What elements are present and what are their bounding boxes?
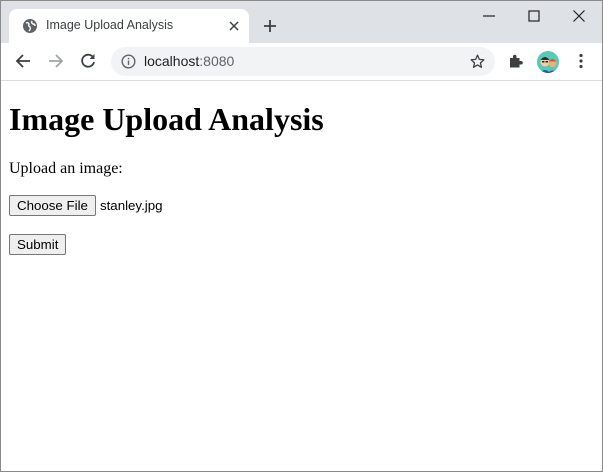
maximize-icon[interactable] (525, 7, 543, 25)
page-content: Image Upload Analysis Upload an image: C… (1, 81, 602, 471)
minimize-icon[interactable] (480, 7, 498, 25)
close-icon[interactable] (570, 7, 588, 25)
arrow-right-icon[interactable] (47, 52, 65, 70)
upload-label: Upload an image: (9, 160, 123, 177)
file-input[interactable]: Choose File stanley.jpg (9, 195, 163, 216)
url-text[interactable]: localhost:8080 (144, 53, 234, 69)
puzzle-icon[interactable] (507, 52, 525, 70)
arrow-left-icon[interactable] (14, 52, 32, 70)
selected-file-name: stanley.jpg (99, 198, 163, 213)
url-host: localhost (144, 53, 200, 69)
plus-icon[interactable] (262, 18, 278, 34)
browser-window: Image Upload Analysis localhost:8080 Ima… (0, 0, 603, 472)
close-icon[interactable] (227, 19, 241, 33)
choose-file-button[interactable]: Choose File (9, 195, 96, 216)
avatar[interactable] (537, 51, 559, 73)
kebab-menu-icon[interactable] (572, 52, 590, 70)
submit-row: Submit (9, 234, 67, 255)
browser-toolbar: localhost:8080 (1, 43, 602, 81)
profile-illustration (540, 57, 557, 73)
globe-icon (23, 19, 37, 33)
tab-active[interactable]: Image Upload Analysis (9, 9, 249, 43)
url-port: :8080 (199, 53, 235, 69)
star-icon[interactable] (469, 53, 486, 70)
info-icon[interactable] (121, 54, 136, 69)
page-title: Image Upload Analysis (9, 101, 324, 137)
address-bar[interactable]: localhost:8080 (111, 47, 495, 76)
reload-icon[interactable] (79, 52, 97, 70)
tab-title: Image Upload Analysis (46, 18, 174, 32)
submit-button[interactable]: Submit (9, 234, 67, 255)
tab-strip: Image Upload Analysis (1, 1, 602, 43)
